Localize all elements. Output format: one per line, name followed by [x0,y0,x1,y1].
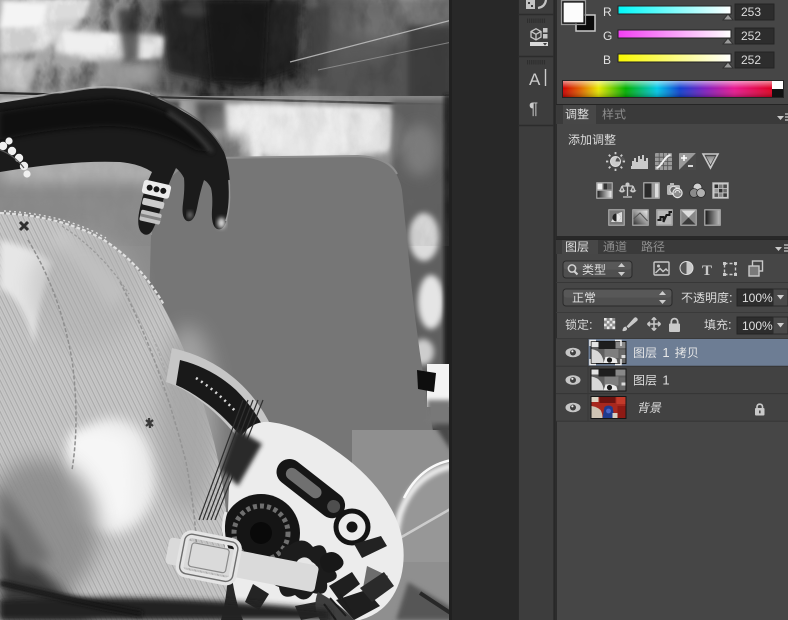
svg-text:253: 253 [741,5,761,19]
svg-text:100%: 100% [742,291,773,305]
svg-text:¶: ¶ [529,99,538,118]
svg-text:1: 1 [662,373,669,388]
svg-text:T: T [702,263,712,279]
svg-text:252: 252 [741,29,761,43]
svg-text:100%: 100% [742,319,773,333]
svg-text:252: 252 [741,53,761,67]
svg-text::: : [728,317,732,332]
svg-text:G: G [603,29,612,43]
svg-text:A: A [529,70,541,89]
svg-text::: : [729,290,733,305]
svg-text:R: R [603,5,612,19]
svg-text:B: B [603,53,611,67]
svg-text:1: 1 [662,345,669,360]
svg-text::: : [589,317,593,332]
